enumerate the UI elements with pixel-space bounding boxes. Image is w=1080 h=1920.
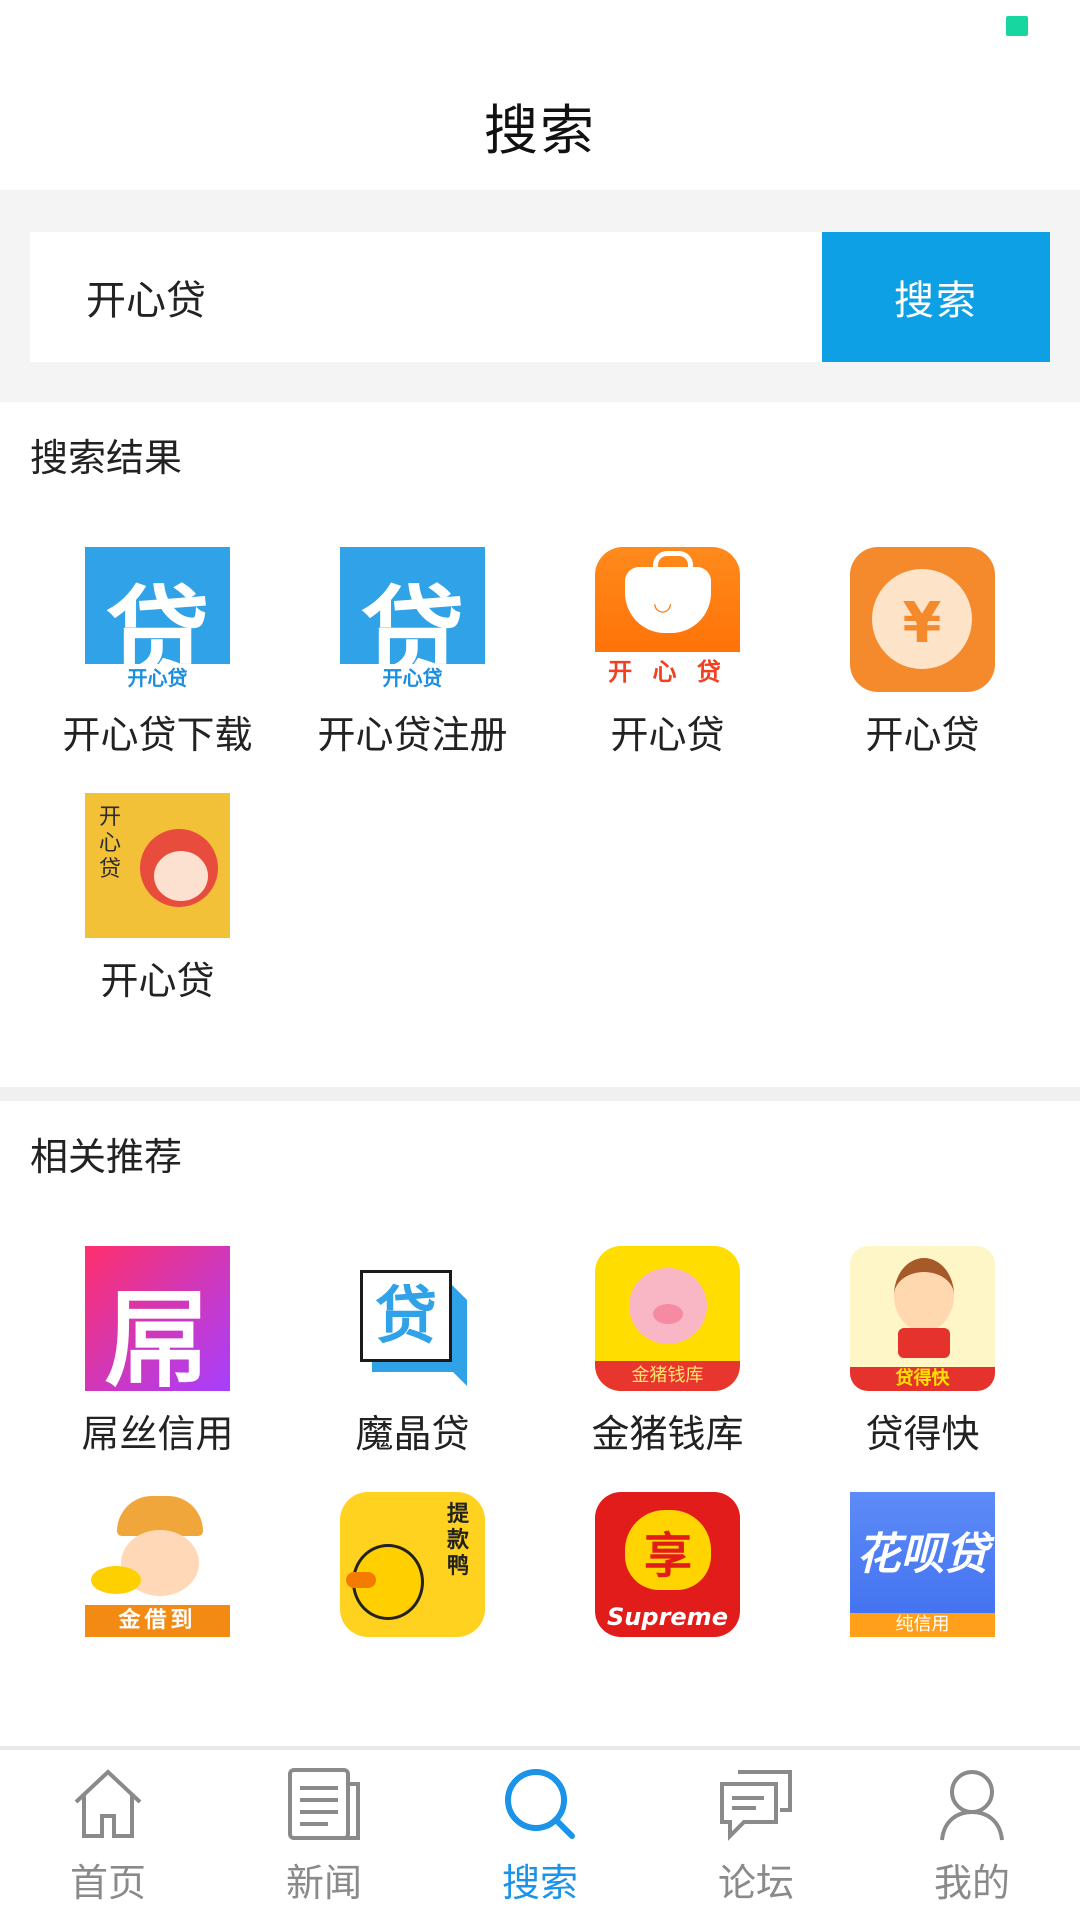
app-item[interactable]: 金借到 <box>30 1492 285 1637</box>
nav-label: 搜索 <box>501 1860 578 1905</box>
results-grid: 贷 开心贷 开心贷下载 贷 开心贷 开心贷注册 ◡ 开 心 贷 开心贷 ¥ 开心… <box>0 547 1080 1005</box>
app-item[interactable]: 贷 开心贷 开心贷注册 <box>285 547 540 759</box>
app-label: 开心贷 <box>100 959 215 1003</box>
app-item[interactable]: 贷 开心贷 开心贷下载 <box>30 547 285 759</box>
app-label: 开心贷 <box>610 713 725 757</box>
gold-boy-icon: 金借到 <box>85 1492 230 1637</box>
section-title-results: 搜索结果 <box>30 436 183 480</box>
nav-label: 论坛 <box>717 1860 794 1905</box>
blue-dai-icon: 贷 开心贷 <box>85 547 230 692</box>
runner-icon: 贷得快 <box>850 1246 995 1391</box>
orange-bag-icon: ◡ 开 心 贷 <box>595 547 740 692</box>
status-bar <box>0 0 1080 60</box>
app-item[interactable]: 金猪钱库 金猪钱库 <box>540 1246 795 1458</box>
cube-dai-icon: 贷 <box>340 1246 485 1391</box>
section-title-recommend: 相关推荐 <box>30 1135 183 1179</box>
search-input[interactable] <box>30 232 822 362</box>
supreme-icon: 享 Supreme <box>595 1492 740 1637</box>
app-item[interactable]: 提款鸭 <box>285 1492 540 1637</box>
nav-label: 我的 <box>933 1860 1010 1905</box>
app-item[interactable]: 享 Supreme <box>540 1492 795 1637</box>
search-icon <box>505 1768 575 1839</box>
app-item[interactable]: 屌 屌丝信用 <box>30 1246 285 1458</box>
news-icon <box>288 1767 360 1840</box>
app-item[interactable]: 开心贷 开心贷 <box>30 793 285 1005</box>
search-button[interactable]: 搜索 <box>822 232 1050 362</box>
title-bar: 搜索 <box>0 60 1080 190</box>
pig-icon: 金猪钱库 <box>595 1246 740 1391</box>
app-item[interactable]: 贷 魔晶贷 <box>285 1246 540 1458</box>
app-label: 金猪钱库 <box>591 1412 744 1456</box>
profile-icon <box>940 1769 1004 1840</box>
nav-item-forum[interactable]: 论坛 <box>648 1764 864 1907</box>
nav-item-news[interactable]: 新闻 <box>216 1764 432 1907</box>
battery-icon <box>1006 16 1028 36</box>
recommend-section: 相关推荐 屌 屌丝信用 贷 魔晶贷 金猪钱库 金猪钱库 贷得快 贷得快 金借到 … <box>0 1101 1080 1637</box>
pink-diao-icon: 屌 <box>85 1246 230 1391</box>
app-label: 开心贷注册 <box>317 713 508 757</box>
recommend-grid: 屌 屌丝信用 贷 魔晶贷 金猪钱库 金猪钱库 贷得快 贷得快 金借到 提款鸭 享… <box>0 1246 1080 1637</box>
nav-item-search[interactable]: 搜索 <box>432 1764 648 1907</box>
app-label: 贷得快 <box>865 1412 980 1456</box>
page-title: 搜索 <box>484 98 596 162</box>
nav-item-profile[interactable]: 我的 <box>864 1764 1080 1907</box>
app-item[interactable]: 花呗贷 纯信用 <box>795 1492 1050 1637</box>
nav-item-home[interactable]: 首页 <box>0 1764 216 1907</box>
search-results-section: 搜索结果 贷 开心贷 开心贷下载 贷 开心贷 开心贷注册 ◡ 开 心 贷 开心贷 <box>0 402 1080 1087</box>
search-box: 搜索 <box>30 232 1050 362</box>
orange-yen-icon: ¥ <box>850 547 995 692</box>
blue-dai-icon: 贷 开心贷 <box>340 547 485 692</box>
app-item[interactable]: ◡ 开 心 贷 开心贷 <box>540 547 795 759</box>
app-item[interactable]: ¥ 开心贷 <box>795 547 1050 759</box>
forum-icon <box>720 1769 792 1841</box>
yellow-cartoon-icon: 开心贷 <box>85 793 230 938</box>
duck-icon: 提款鸭 <box>340 1492 485 1637</box>
bottom-nav: 首页 新闻 搜索 论坛 我的 <box>0 1746 1080 1920</box>
huabei-icon: 花呗贷 纯信用 <box>850 1492 995 1637</box>
nav-label: 首页 <box>69 1860 146 1905</box>
app-label: 开心贷下载 <box>62 713 253 757</box>
search-area: 搜索 <box>0 190 1080 402</box>
app-item[interactable]: 贷得快 贷得快 <box>795 1246 1050 1458</box>
home-icon <box>74 1768 142 1838</box>
app-label: 屌丝信用 <box>81 1412 234 1456</box>
section-divider <box>0 1087 1080 1101</box>
app-label: 开心贷 <box>865 713 980 757</box>
app-label: 魔晶贷 <box>355 1412 470 1456</box>
nav-label: 新闻 <box>285 1860 362 1905</box>
